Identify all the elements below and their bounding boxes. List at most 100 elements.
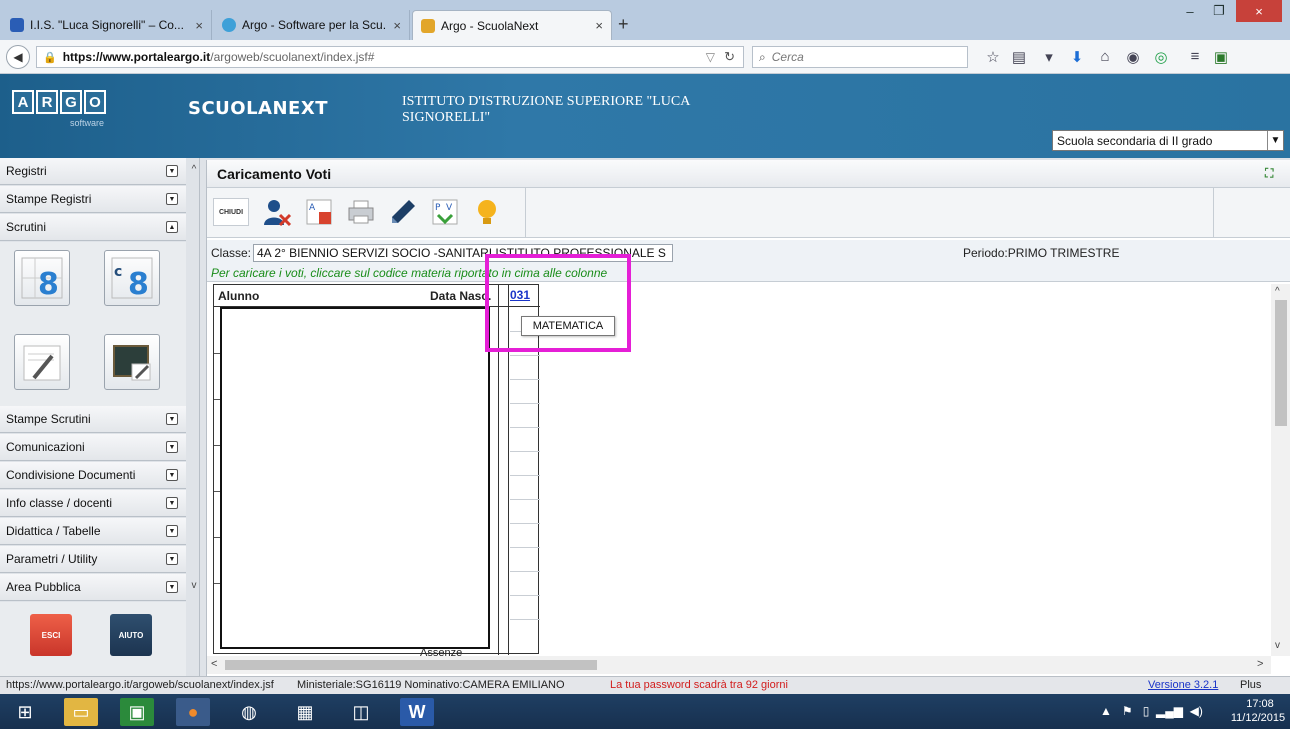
svg-text:8: 8: [38, 267, 59, 300]
printer-graphic: [348, 200, 374, 224]
flag-icon[interactable]: ⚑: [1122, 704, 1133, 718]
home-icon[interactable]: ⌂: [1094, 48, 1116, 65]
calculator-icon[interactable]: ▦: [288, 698, 322, 726]
system-tray[interactable]: ▲ ⚑ ▯ ▂▄▆ ◀): [1100, 704, 1203, 718]
lavagna-icon[interactable]: [104, 334, 160, 390]
bookmark-star-icon[interactable]: ☆: [982, 48, 1004, 66]
caricamento-voti-icon[interactable]: c 8: [104, 250, 160, 306]
tab-argo-scuolanext[interactable]: Argo - ScuolaNext ×: [412, 10, 612, 40]
exit-button[interactable]: ESCI: [30, 614, 72, 656]
bookmarks-list-icon[interactable]: ▤: [1008, 48, 1030, 66]
firefox-icon[interactable]: ●: [176, 698, 210, 726]
battery-icon[interactable]: ▯: [1143, 704, 1150, 718]
student-list[interactable]: [220, 307, 490, 649]
help-button[interactable]: AIUTO: [110, 614, 152, 656]
sidebar-scroll-up-icon[interactable]: ^: [188, 164, 200, 178]
marker-icon[interactable]: [383, 192, 423, 232]
lightbulb-icon[interactable]: [467, 192, 507, 232]
sidebar-item-stampe-scrutini[interactable]: Stampe Scrutini ▼: [0, 406, 186, 433]
vertical-scrollbar[interactable]: ^ v: [1271, 284, 1290, 656]
scroll-thumb[interactable]: [1275, 300, 1287, 426]
pv-export-icon[interactable]: PV: [425, 192, 465, 232]
new-tab-button[interactable]: +: [618, 14, 629, 35]
chat-icon[interactable]: ◉: [1122, 48, 1144, 66]
logo-letter: A: [12, 90, 34, 114]
notepad-icon[interactable]: ◫: [344, 698, 378, 726]
addon-icon[interactable]: ▣: [1210, 48, 1232, 66]
sidebar-item-parametri[interactable]: Parametri / Utility ▼: [0, 546, 186, 573]
maximize-panel-icon[interactable]: ⛶: [1265, 166, 1279, 180]
sidebar-item-info-classe[interactable]: Info classe / docenti ▼: [0, 490, 186, 517]
sidebar-item-registri[interactable]: Registri ▼: [0, 158, 186, 185]
expand-toggle-icon[interactable]: ▼: [166, 497, 178, 509]
scrutini-panel: 8 c 8: [0, 242, 186, 406]
menu-icon[interactable]: ≡: [1184, 48, 1206, 65]
maximize-button[interactable]: ❐: [1204, 0, 1234, 22]
student-remove-icon[interactable]: [257, 192, 297, 232]
close-tab-icon[interactable]: ×: [393, 18, 401, 33]
address-bar[interactable]: 🔒 https://www.portaleargo.it/argoweb/scu…: [36, 46, 744, 68]
grades-ab-icon[interactable]: A: [299, 192, 339, 232]
sidebar-item-area-pubblica[interactable]: Area Pubblica ▼: [0, 574, 186, 601]
scroll-right-icon[interactable]: >: [1257, 658, 1263, 670]
print-icon[interactable]: [341, 192, 381, 232]
tab-iis-signorelli[interactable]: I.I.S. "Luca Signorelli" – Co... ×: [2, 10, 212, 40]
pocket-icon[interactable]: ▾: [1038, 48, 1060, 66]
sidebar-item-scrutini[interactable]: Scrutini ▲: [0, 214, 186, 241]
search-input[interactable]: ⌕ Cerca: [752, 46, 968, 68]
close-tab-icon[interactable]: ×: [595, 18, 603, 33]
voti-proposti-icon[interactable]: 8: [14, 250, 70, 306]
argo-logo: A R G O: [12, 90, 108, 114]
minimize-button[interactable]: –: [1176, 0, 1204, 22]
user-icon-graphic: [264, 200, 292, 227]
version-link[interactable]: Versione 3.2.1: [1148, 679, 1218, 691]
clock-time[interactable]: 17:08: [1238, 698, 1282, 710]
sidebar-scroll-down-icon[interactable]: v: [188, 580, 200, 594]
reload-icon[interactable]: ↻: [724, 49, 735, 65]
expand-toggle-icon[interactable]: ▼: [166, 581, 178, 593]
close-button[interactable]: CHIUDI: [213, 198, 249, 226]
period-label: Periodo:PRIMO TRIMESTRE: [963, 246, 1120, 260]
scroll-thumb[interactable]: [225, 660, 597, 670]
window-close-button[interactable]: ×: [1236, 0, 1282, 22]
tray-arrow-icon[interactable]: ▲: [1100, 704, 1112, 718]
volume-icon[interactable]: ◀): [1190, 704, 1203, 718]
school-type-select[interactable]: Scuola secondaria di II grado ▼: [1052, 130, 1284, 151]
scroll-left-icon[interactable]: <: [211, 658, 217, 670]
giudizi-icon[interactable]: [14, 334, 70, 390]
scroll-down-icon[interactable]: v: [1275, 640, 1280, 651]
file-explorer-icon[interactable]: ▭: [64, 698, 98, 726]
sidebar-item-condivisione-documenti[interactable]: Condivisione Documenti ▼: [0, 462, 186, 489]
sidebar-item-stampe-registri[interactable]: Stampe Registri ▼: [0, 186, 186, 213]
url-path: /argoweb/scuolanext/index.jsf#: [210, 50, 375, 64]
back-button[interactable]: ◀: [6, 45, 30, 69]
history-dropdown-icon[interactable]: ▽: [706, 50, 715, 64]
sidebar-item-label: Comunicazioni: [6, 440, 85, 454]
store-icon[interactable]: ▣: [120, 698, 154, 726]
collapse-toggle-icon[interactable]: ▲: [166, 221, 178, 233]
sidebar-item-didattica[interactable]: Didattica / Tabelle ▼: [0, 518, 186, 545]
expand-toggle-icon[interactable]: ▼: [166, 165, 178, 177]
expand-toggle-icon[interactable]: ▼: [166, 553, 178, 565]
expand-toggle-icon[interactable]: ▼: [166, 525, 178, 537]
tab-argo-software[interactable]: Argo - Software per la Scu... ×: [214, 10, 410, 40]
network-app-icon[interactable]: ◍: [232, 698, 266, 726]
word-icon[interactable]: W: [400, 698, 434, 726]
svg-text:c: c: [114, 264, 122, 280]
extension-icon[interactable]: ◎: [1150, 48, 1172, 66]
expand-toggle-icon[interactable]: ▼: [166, 413, 178, 425]
close-tab-icon[interactable]: ×: [195, 18, 203, 33]
sidebar-item-comunicazioni[interactable]: Comunicazioni ▼: [0, 434, 186, 461]
scroll-up-icon[interactable]: ^: [1275, 286, 1280, 297]
clock-date[interactable]: 11/12/2015: [1230, 712, 1286, 724]
marker-graphic: [392, 200, 415, 223]
toolbar-divider: [525, 188, 526, 238]
expand-toggle-icon[interactable]: ▼: [166, 441, 178, 453]
toolbar: CHIUDI A PV: [207, 188, 1290, 238]
download-icon[interactable]: ⬇: [1066, 48, 1088, 66]
signal-icon[interactable]: ▂▄▆: [1156, 704, 1183, 718]
expand-toggle-icon[interactable]: ▼: [166, 193, 178, 205]
windows-start-icon[interactable]: ⊞: [8, 698, 42, 726]
horizontal-scrollbar[interactable]: < >: [207, 656, 1271, 674]
expand-toggle-icon[interactable]: ▼: [166, 469, 178, 481]
